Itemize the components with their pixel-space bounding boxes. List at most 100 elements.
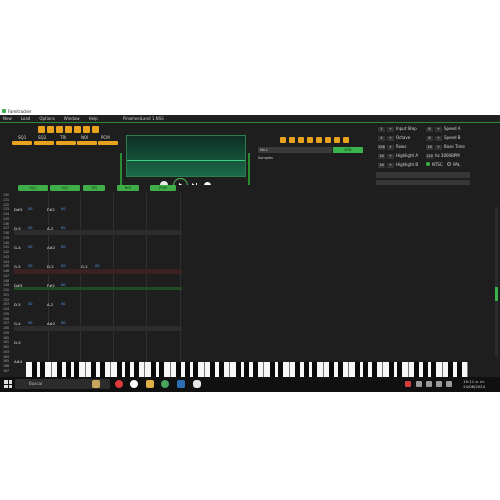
- instrument-button-8[interactable]: [343, 137, 349, 143]
- menu-new[interactable]: New: [3, 116, 12, 121]
- volume-cell[interactable]: 00: [61, 226, 65, 230]
- volume-cell[interactable]: 00: [61, 321, 65, 325]
- volume-cell[interactable]: 00: [28, 226, 32, 230]
- speed-b-stepper[interactable]: +: [435, 136, 442, 141]
- note-cell[interactable]: F#2: [47, 283, 55, 288]
- note-cell[interactable]: G-4: [14, 321, 21, 326]
- instrument-button-6[interactable]: [325, 137, 331, 143]
- scroll-thumb[interactable]: [495, 287, 498, 301]
- instrument-button-5[interactable]: [316, 137, 322, 143]
- battery-icon[interactable]: [446, 381, 452, 387]
- note-cell[interactable]: D#5: [14, 283, 23, 288]
- volume-icon[interactable]: [436, 381, 442, 387]
- taskbar: Buscar 10:11 a. m. 24/06/2024: [0, 377, 500, 392]
- column-header-pcm[interactable]: PCM: [150, 185, 176, 191]
- highlight-b-label: Highlight B: [396, 162, 419, 167]
- instrument-button-3[interactable]: [298, 137, 304, 143]
- note-cell[interactable]: A-2: [47, 302, 53, 307]
- input-step-stepper[interactable]: +: [387, 127, 394, 132]
- famitracker-icon[interactable]: [193, 380, 201, 388]
- toolbar-button-3[interactable]: [56, 126, 63, 133]
- highlight-a-value[interactable]: 16: [378, 154, 385, 159]
- volume-cell[interactable]: 00: [28, 302, 32, 306]
- toolbar-button-7[interactable]: [92, 126, 99, 133]
- speed-b-label: Speed B: [444, 135, 461, 140]
- note-cell[interactable]: G-2: [81, 264, 88, 269]
- volume-cell[interactable]: 00: [28, 245, 32, 249]
- note-cell[interactable]: D-5: [14, 302, 21, 307]
- volume-cell[interactable]: 00: [28, 264, 32, 268]
- base-time-stepper[interactable]: +: [435, 145, 442, 150]
- pal-radio[interactable]: [447, 162, 452, 166]
- toolbar-button-6[interactable]: [83, 126, 90, 133]
- menu-load[interactable]: Load: [21, 116, 31, 121]
- note-cell[interactable]: A#2: [47, 321, 55, 326]
- note-cell[interactable]: D-5: [14, 340, 21, 345]
- input-step-value[interactable]: 1: [378, 127, 385, 132]
- menu-options[interactable]: Options: [39, 116, 54, 121]
- volume-cell[interactable]: 00: [61, 245, 65, 249]
- toolbar-button-4[interactable]: [65, 126, 72, 133]
- volume-cell[interactable]: 00: [28, 321, 32, 325]
- note-cell[interactable]: A-2: [47, 226, 53, 231]
- octave-value[interactable]: 4: [378, 136, 385, 141]
- windows-start-icon[interactable]: [4, 380, 12, 388]
- highlight-a-stepper[interactable]: +: [387, 154, 394, 159]
- toolbar-button-5[interactable]: [74, 126, 81, 133]
- volume-cell[interactable]: 00: [61, 302, 65, 306]
- rows-value[interactable]: 256: [378, 145, 385, 150]
- speed-a-value[interactable]: 6: [426, 127, 433, 132]
- ntsc-radio[interactable]: [426, 162, 430, 166]
- column-header-sq2[interactable]: SQ2: [50, 185, 80, 191]
- note-cell[interactable]: G-4: [14, 245, 21, 250]
- column-header-sq1[interactable]: SQ1: [18, 185, 48, 191]
- selector-field-1[interactable]: [376, 172, 470, 178]
- speed-b-value[interactable]: 6: [426, 136, 433, 141]
- file-explorer-icon[interactable]: [146, 380, 154, 388]
- steam-icon[interactable]: [177, 380, 185, 388]
- note-cell[interactable]: A#2: [47, 245, 55, 250]
- note-cell[interactable]: A#4: [14, 359, 22, 364]
- instrument-button-7[interactable]: [334, 137, 340, 143]
- toolbar-button-1[interactable]: [38, 126, 45, 133]
- base-time-value[interactable]: 16: [426, 145, 433, 150]
- volume-cell[interactable]: 00: [28, 207, 32, 211]
- instrument-button-2[interactable]: [289, 137, 295, 143]
- note-cell[interactable]: G-5: [14, 264, 21, 269]
- app-icon-1[interactable]: [115, 380, 123, 388]
- menu-help[interactable]: Help: [89, 116, 98, 121]
- tempo-value[interactable]: 120: [426, 154, 433, 159]
- highlight-b-value[interactable]: 16: [378, 163, 385, 168]
- instrument-button-1[interactable]: [280, 137, 286, 143]
- pattern-editor[interactable]: SQ1 SQ2 TRI NOI PCM 130 131 132 133 134 135 13…: [0, 185, 500, 380]
- app-window: Famitracker New Load Options Window Help…: [0, 107, 500, 392]
- instrument-button[interactable]: NTB: [333, 147, 363, 153]
- chrome-icon[interactable]: [161, 380, 169, 388]
- column-header-noi[interactable]: NOI: [117, 185, 139, 191]
- tray-icon-1[interactable]: [405, 381, 411, 387]
- volume-cell[interactable]: 00: [95, 264, 99, 268]
- note-cell[interactable]: D-2: [47, 264, 54, 269]
- tray-icon-2[interactable]: [416, 381, 422, 387]
- volume-cell[interactable]: 00: [61, 283, 65, 287]
- note-cell[interactable]: F#2: [47, 207, 55, 212]
- channel-label-tri: TRI: [60, 135, 67, 140]
- volume-cell[interactable]: 00: [61, 264, 65, 268]
- note-cell[interactable]: D#5: [14, 207, 23, 212]
- highlight-b-stepper[interactable]: +: [387, 163, 394, 168]
- instrument-name-field[interactable]: No.1: [258, 147, 332, 153]
- volume-cell[interactable]: 00: [61, 207, 65, 211]
- toolbar-button-2[interactable]: [47, 126, 54, 133]
- row-highlight: [14, 269, 182, 274]
- menu-window[interactable]: Window: [64, 116, 80, 121]
- rows-stepper[interactable]: +: [387, 145, 394, 150]
- network-icon[interactable]: [426, 381, 432, 387]
- instrument-button-4[interactable]: [307, 137, 313, 143]
- media-player-icon[interactable]: [130, 380, 138, 388]
- note-cell[interactable]: D-5: [14, 226, 21, 231]
- octave-stepper[interactable]: +: [387, 136, 394, 141]
- vertical-scrollbar[interactable]: [495, 207, 498, 357]
- system-clock[interactable]: 10:11 a. m. 24/06/2024: [455, 379, 485, 389]
- speed-a-stepper[interactable]: +: [435, 127, 442, 132]
- column-header-tri[interactable]: TRI: [83, 185, 105, 191]
